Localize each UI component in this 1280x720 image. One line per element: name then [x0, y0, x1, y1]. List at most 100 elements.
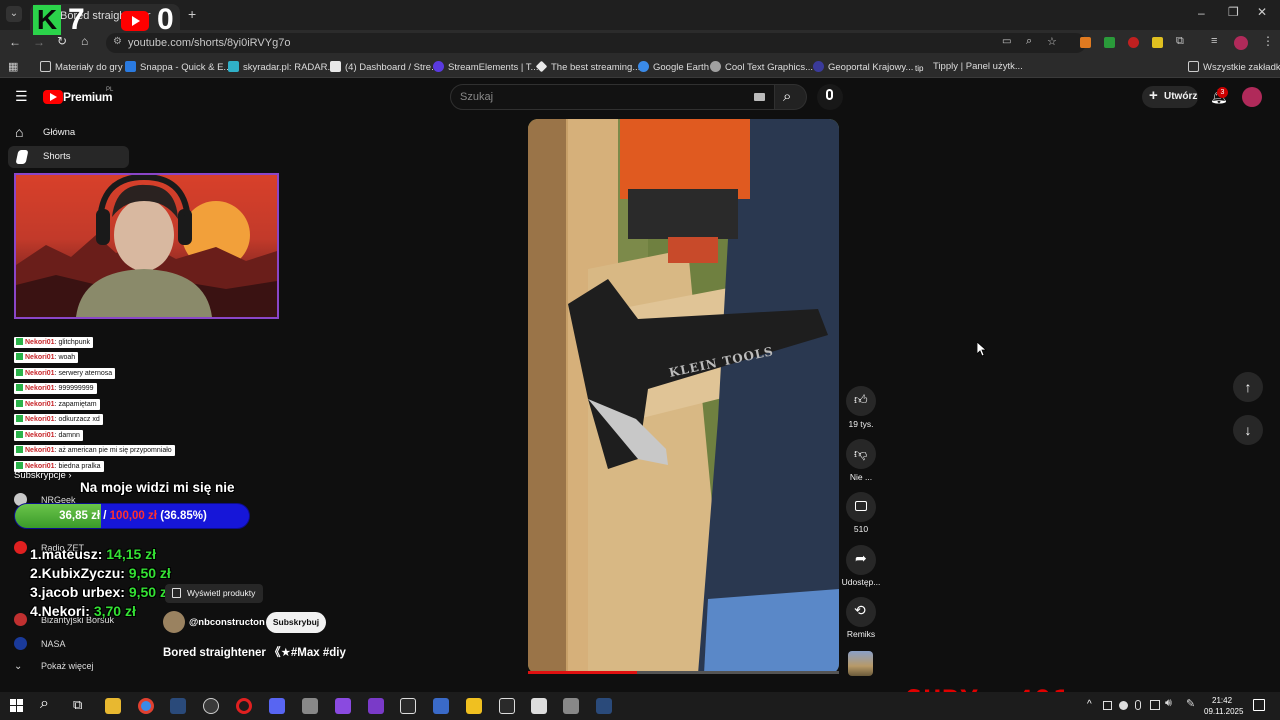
- sidebar-item-shorts[interactable]: Shorts: [8, 146, 129, 168]
- video-frame: [528, 119, 839, 674]
- extension-icon-2[interactable]: [1104, 37, 1115, 48]
- dislike-button[interactable]: 👎︎: [846, 439, 876, 469]
- clock-time[interactable]: 21:42: [1212, 696, 1232, 705]
- tray-icon-3[interactable]: ✎: [1186, 697, 1195, 710]
- search-placeholder: Szukaj: [460, 91, 494, 103]
- url-field[interactable]: ⚙ youtube.com/shorts/8yi0iRVYg7o ▭ ⌕ ☆: [106, 33, 1086, 53]
- search-button[interactable]: ⌕: [775, 84, 807, 110]
- create-button[interactable]: + Utwórz: [1142, 86, 1198, 108]
- remix-button[interactable]: ⟲: [846, 597, 876, 627]
- browser-menu-icon[interactable]: ⋮: [1262, 34, 1274, 48]
- visual-studio-icon[interactable]: [335, 698, 351, 714]
- tab-list-icon[interactable]: ⌄: [6, 6, 22, 22]
- leaderboard-row: 1.mateusz: 14,15 zł: [30, 546, 157, 562]
- bookmark-item[interactable]: StreamElements | T...: [433, 61, 538, 73]
- steam-icon-2[interactable]: [596, 698, 612, 714]
- subscription-item[interactable]: NASA: [14, 637, 66, 650]
- clock-date[interactable]: 09.11.2025: [1204, 707, 1243, 716]
- forward-icon[interactable]: →: [33, 35, 45, 49]
- channel-avatar[interactable]: [163, 611, 185, 633]
- extensions-puzzle-icon[interactable]: ⧉: [1176, 35, 1184, 48]
- app-icon-p[interactable]: [531, 698, 547, 714]
- new-tab-button[interactable]: +: [188, 6, 196, 22]
- share-label: Udostęp...: [841, 577, 881, 587]
- show-more-button[interactable]: ⌄ Pokaż więcej: [14, 661, 94, 672]
- chat-message: Nekori01: serwery aternosa: [14, 368, 116, 379]
- apps-grid-icon[interactable]: ▦: [8, 60, 18, 73]
- microphone-tray-icon[interactable]: [1135, 700, 1141, 710]
- controller-icon[interactable]: [302, 698, 318, 714]
- chrome-icon[interactable]: [138, 698, 154, 714]
- opera-icon[interactable]: [236, 698, 252, 714]
- extension-icon-4[interactable]: [1152, 37, 1163, 48]
- bookmark-item[interactable]: skyradar.pl: RADAR...: [228, 61, 335, 73]
- extension-icon-3[interactable]: [1128, 37, 1139, 48]
- account-avatar[interactable]: [1242, 87, 1262, 107]
- back-icon[interactable]: ←: [9, 35, 21, 49]
- network-icon[interactable]: [1150, 700, 1160, 710]
- goal-current: 36,85 zł: [59, 510, 101, 522]
- bookmark-item[interactable]: Google Earth: [638, 61, 709, 73]
- share-button[interactable]: ➦: [846, 545, 876, 575]
- bookmark-star-icon[interactable]: ☆: [1047, 35, 1057, 48]
- tray-icon-2[interactable]: [1119, 701, 1128, 710]
- short-title[interactable]: Bored straightener 《★#Max #diy: [163, 644, 346, 660]
- zoom-icon[interactable]: ⌕: [1026, 35, 1032, 48]
- close-window-button[interactable]: ✕: [1257, 5, 1267, 19]
- file-explorer-icon[interactable]: [105, 698, 121, 714]
- stream-logo-number: 7: [68, 3, 85, 36]
- app-icon-purple[interactable]: [368, 698, 384, 714]
- keyboard-icon[interactable]: [754, 93, 765, 101]
- next-short-button[interactable]: ↓: [1233, 415, 1263, 445]
- volume-icon[interactable]: 🔊︎: [1165, 697, 1172, 710]
- voice-search-button[interactable]: [817, 84, 843, 110]
- bookmark-item[interactable]: (4) Dashboard / Stre...: [330, 61, 439, 73]
- youtube-logo[interactable]: [43, 90, 63, 104]
- search-input[interactable]: Szukaj: [450, 84, 775, 110]
- bookmark-item[interactable]: Materiały do gry: [40, 61, 123, 73]
- comments-button[interactable]: [846, 492, 876, 522]
- leaderboard-row: 3.jacob urbex: 9,50 zł: [30, 584, 171, 600]
- profile-avatar-icon[interactable]: [1234, 36, 1248, 50]
- windows-start-icon[interactable]: [10, 699, 23, 712]
- view-products-button[interactable]: Wyświetl produkty: [165, 584, 263, 603]
- extension-icon-1[interactable]: [1080, 37, 1091, 48]
- windows-taskbar: ⌕ ⧉ ^ 🔊︎ ✎ 21:42 09.11.2025: [0, 692, 1280, 720]
- notification-center-icon[interactable]: [1253, 699, 1265, 711]
- all-bookmarks[interactable]: Wszystkie zakładki: [1188, 61, 1280, 73]
- bookmark-item[interactable]: The best streaming...: [535, 60, 640, 73]
- steam-icon[interactable]: [170, 698, 186, 714]
- minimize-button[interactable]: –: [1198, 6, 1205, 20]
- media-control-icon[interactable]: ≡: [1211, 35, 1217, 47]
- chat-message: Nekori01: odkurzacz xd: [14, 414, 103, 425]
- tray-icon-1[interactable]: [1103, 701, 1112, 710]
- like-button[interactable]: 👍︎: [846, 386, 876, 416]
- video-progress-bar[interactable]: [528, 671, 839, 674]
- app-icon-blue[interactable]: [433, 698, 449, 714]
- chat-badge-icon: [16, 338, 23, 345]
- short-video-player[interactable]: KLEIN TOOLS: [528, 119, 839, 674]
- epic-games-icon[interactable]: [400, 698, 416, 714]
- bookmark-item[interactable]: tip Tipply | Panel użytk...: [915, 61, 1023, 75]
- task-view-icon[interactable]: ⧉: [73, 697, 82, 713]
- epic-games-icon-2[interactable]: [499, 698, 515, 714]
- previous-short-button[interactable]: ↑: [1233, 372, 1263, 402]
- bookmark-item[interactable]: Geoportal Krajowy...: [813, 61, 913, 73]
- sound-thumbnail[interactable]: [848, 651, 873, 676]
- tray-chevron-icon[interactable]: ^: [1087, 699, 1092, 710]
- discord-icon[interactable]: [269, 698, 285, 714]
- hamburger-menu-icon[interactable]: ☰: [15, 88, 28, 105]
- search-icon[interactable]: ⌕: [40, 695, 49, 713]
- obs-icon[interactable]: [203, 698, 219, 714]
- site-info-icon[interactable]: ⚙: [113, 36, 122, 47]
- maximize-button[interactable]: ❐: [1228, 5, 1239, 19]
- channel-name[interactable]: @nbconstructon: [189, 617, 265, 628]
- cast-icon[interactable]: ▭: [1002, 36, 1011, 47]
- sticky-notes-icon[interactable]: [466, 698, 482, 714]
- bookmark-item[interactable]: Cool Text Graphics...: [710, 61, 813, 73]
- chat-badge-icon: [16, 400, 23, 407]
- subscribe-button[interactable]: Subskrybuj: [266, 612, 326, 633]
- bookmark-item[interactable]: Snappa - Quick & E...: [125, 61, 231, 73]
- gamepad-icon[interactable]: [563, 698, 579, 714]
- sidebar-item-home[interactable]: ⌂ Główna: [8, 122, 129, 144]
